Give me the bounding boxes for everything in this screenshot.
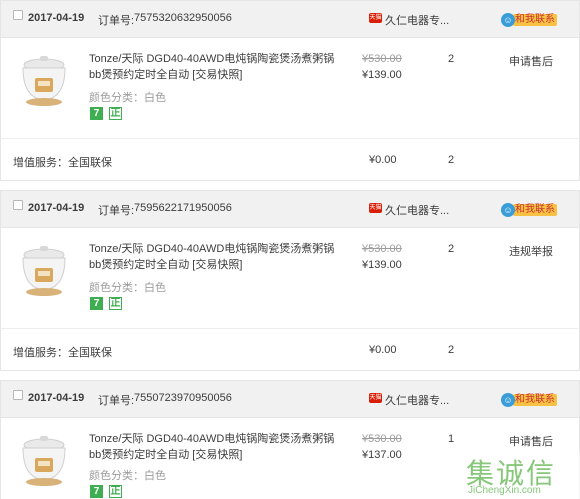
order-checkbox[interactable] xyxy=(13,390,23,400)
order-header: 2017-04-19 订单号: 7550723970950056 天猫 久仁电器… xyxy=(0,380,580,418)
product-thumbnail[interactable] xyxy=(13,240,75,302)
service-price: ¥0.00 xyxy=(369,344,397,356)
tmall-icon: 天猫 xyxy=(369,13,382,23)
actual-price: ¥137.00 xyxy=(362,449,402,461)
order-number-label: 订单号: xyxy=(98,395,135,407)
quantity: 2 xyxy=(448,53,455,65)
order-number: 7575320632950056 xyxy=(134,12,232,24)
product-title-link[interactable]: Tonze/天际 DGD40-40AWD电炖锅陶瓷煲汤煮粥锅bb煲预约定时全自动… xyxy=(89,241,339,273)
service-quantity: 2 xyxy=(448,344,455,356)
order-date: 2017-04-19 xyxy=(28,12,85,24)
product-thumbnail[interactable] xyxy=(13,430,75,492)
watermark-logo: 集诚信 JiChengXin.com xyxy=(462,452,580,499)
order-item: Tonze/天际 DGD40-40AWD电炖锅陶瓷煲汤煮粥锅bb煲预约定时全自动… xyxy=(0,228,580,328)
seven-day-return-icon: 7 xyxy=(90,297,103,310)
product-spec: 颜色分类：白色 xyxy=(89,282,166,294)
product-title-link[interactable]: Tonze/天际 DGD40-40AWD电炖锅陶瓷煲汤煮粥锅bb煲预约定时全自动… xyxy=(89,431,339,463)
quantity: 2 xyxy=(448,243,455,255)
tmall-icon: 天猫 xyxy=(369,203,382,213)
after-sale-link[interactable]: 申请售后 xyxy=(509,433,553,449)
seven-day-return-icon: 7 xyxy=(90,107,103,120)
order-header: 2017-04-19 订单号: 7595622171950056 天猫 久仁电器… xyxy=(0,190,580,228)
contact-label: 和我联系 xyxy=(513,204,557,216)
shop-name-link[interactable]: 久仁电器专... xyxy=(385,202,449,218)
order-checkbox[interactable] xyxy=(13,200,23,210)
value-added-service-row: 增值服务：全国联保 ¥0.00 2 xyxy=(0,138,580,181)
quantity: 1 xyxy=(448,433,455,445)
shop-name-link[interactable]: 久仁电器专... xyxy=(385,12,449,28)
genuine-guarantee-icon: 正 xyxy=(109,485,122,498)
genuine-guarantee-icon: 正 xyxy=(109,297,122,310)
chat-bubble-icon: ☺ xyxy=(501,393,515,407)
order-number: 7595622171950056 xyxy=(134,202,232,214)
service-label: 增值服务：全国联保 xyxy=(13,347,112,359)
order-number-label: 订单号: xyxy=(98,205,135,217)
product-title-link[interactable]: Tonze/天际 DGD40-40AWD电炖锅陶瓷煲汤煮粥锅bb煲预约定时全自动… xyxy=(89,51,339,83)
order-header: 2017-04-19 订单号: 7575320632950056 天猫 久仁电器… xyxy=(0,0,580,38)
order-number-label: 订单号: xyxy=(98,15,135,27)
value-added-service-row: 增值服务：全国联保 ¥0.00 2 xyxy=(0,328,580,371)
service-price: ¥0.00 xyxy=(369,154,397,166)
actual-price: ¥139.00 xyxy=(362,259,402,271)
watermark-url: JiChengXin.com xyxy=(468,485,541,496)
shop-name-link[interactable]: 久仁电器专... xyxy=(385,392,449,408)
actual-price: ¥139.00 xyxy=(362,69,402,81)
chat-bubble-icon: ☺ xyxy=(501,203,515,217)
genuine-guarantee-icon: 正 xyxy=(109,107,122,120)
report-violation-link[interactable]: 违规举报 xyxy=(509,243,553,259)
contact-label: 和我联系 xyxy=(513,14,557,26)
product-spec: 颜色分类：白色 xyxy=(89,92,166,104)
order-item: Tonze/天际 DGD40-40AWD电炖锅陶瓷煲汤煮粥锅bb煲预约定时全自动… xyxy=(0,38,580,138)
tmall-icon: 天猫 xyxy=(369,393,382,403)
original-price: ¥530.00 xyxy=(362,243,402,255)
original-price: ¥530.00 xyxy=(362,53,402,65)
service-quantity: 2 xyxy=(448,154,455,166)
order-date: 2017-04-19 xyxy=(28,392,85,404)
after-sale-link[interactable]: 申请售后 xyxy=(509,53,553,69)
order-number: 7550723970950056 xyxy=(134,392,232,404)
chat-bubble-icon: ☺ xyxy=(501,13,515,27)
contact-label: 和我联系 xyxy=(513,394,557,406)
seven-day-return-icon: 7 xyxy=(90,485,103,498)
order-checkbox[interactable] xyxy=(13,10,23,20)
product-thumbnail[interactable] xyxy=(13,50,75,112)
product-spec: 颜色分类：白色 xyxy=(89,470,166,482)
original-price: ¥530.00 xyxy=(362,433,402,445)
service-label: 增值服务：全国联保 xyxy=(13,157,112,169)
order-date: 2017-04-19 xyxy=(28,202,85,214)
